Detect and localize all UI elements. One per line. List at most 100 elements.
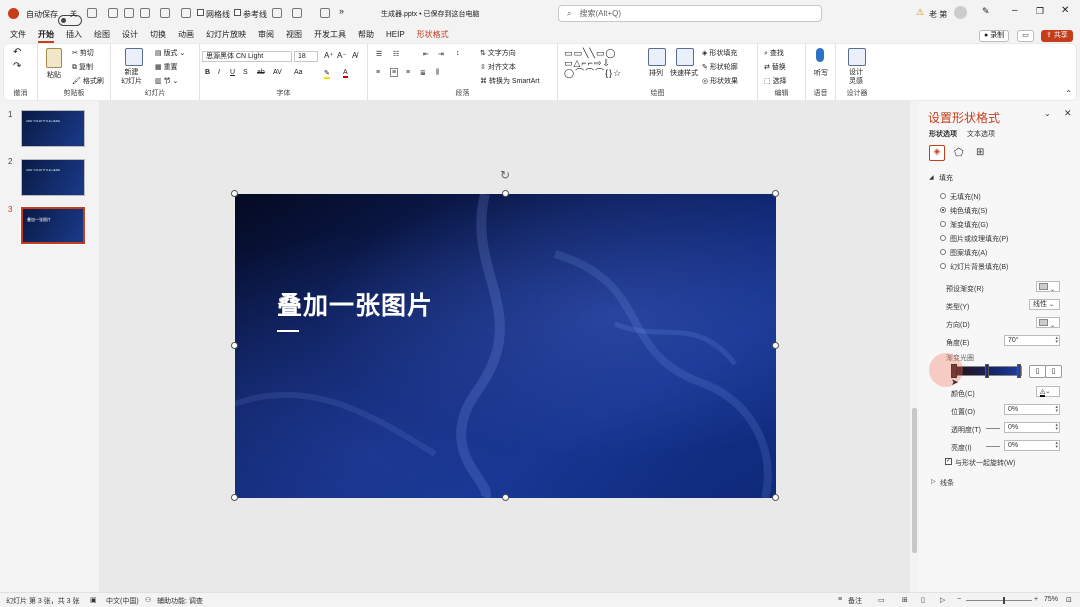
align-text-button[interactable]: ⇳ 对齐文本 bbox=[480, 62, 516, 72]
restore-icon[interactable]: ❐ bbox=[1036, 6, 1044, 17]
preset-gradient-button[interactable]: ⌄ bbox=[1036, 281, 1060, 293]
columns-icon[interactable]: ⫼ bbox=[436, 69, 439, 77]
bold-icon[interactable]: B bbox=[205, 69, 210, 76]
smartart-button[interactable]: ⌘ 转换为 SmartArt bbox=[480, 76, 540, 86]
tab-help[interactable]: 帮助 bbox=[352, 27, 380, 43]
collapse-fill-icon[interactable]: ◢ bbox=[929, 174, 934, 181]
collapse-ribbon-icon[interactable]: ⌃ bbox=[1065, 89, 1072, 98]
arrange-icon[interactable] bbox=[648, 48, 666, 66]
transparency-spinner[interactable]: ▴ ▾ bbox=[1055, 423, 1058, 432]
font-size-combo[interactable]: 18 bbox=[294, 51, 318, 62]
numbering-icon[interactable]: ☷ bbox=[393, 50, 399, 58]
notes-icon[interactable]: ≡ bbox=[838, 596, 842, 603]
section-button[interactable]: ▥ 节 ⌄ bbox=[155, 76, 178, 86]
grid-checkbox[interactable] bbox=[197, 9, 204, 16]
tab-home[interactable]: 开始 bbox=[32, 27, 60, 43]
new-slide-icon[interactable] bbox=[125, 48, 143, 66]
effects-icon[interactable]: ⬠ bbox=[954, 146, 964, 159]
user-name[interactable]: 老 第 bbox=[929, 9, 947, 20]
slideshow-view-icon[interactable]: ▷ bbox=[940, 596, 945, 604]
brightness-input[interactable]: 0% ▴ ▾ bbox=[1004, 440, 1060, 451]
spellcheck-icon[interactable]: ▣ bbox=[90, 596, 97, 604]
align-icon[interactable] bbox=[272, 8, 282, 18]
avatar[interactable] bbox=[954, 6, 967, 19]
more-icon[interactable]: » bbox=[339, 6, 344, 16]
quick-styles-button[interactable]: 快速样式 bbox=[670, 68, 698, 78]
replace-button[interactable]: ⇄ 替换 bbox=[764, 62, 786, 72]
slide-thumbnail-2[interactable]: ADD YOUR TITLE HERE bbox=[21, 159, 85, 196]
direction-button[interactable]: ⌄ bbox=[1036, 317, 1060, 329]
strikethrough-icon[interactable]: ab bbox=[257, 69, 265, 76]
brush-icon[interactable] bbox=[181, 8, 191, 18]
tab-file[interactable]: 文件 bbox=[4, 27, 32, 43]
angle-input[interactable]: 70° ▴ ▾ bbox=[1004, 335, 1060, 346]
font-name-combo[interactable]: 思源黑体 CN Light bbox=[202, 51, 292, 62]
copy-button[interactable]: ⧉ 复制 bbox=[72, 62, 93, 72]
zoom-slider-thumb[interactable] bbox=[1003, 597, 1005, 604]
underline-icon[interactable]: U bbox=[230, 69, 235, 76]
align-left-icon[interactable]: ≡ bbox=[376, 69, 380, 76]
comments-icon[interactable]: ▭ bbox=[1017, 30, 1034, 42]
sorter-view-icon[interactable]: ⊞ bbox=[902, 596, 908, 604]
remove-stop-icon[interactable]: ▯ bbox=[1045, 365, 1062, 378]
layout-icon[interactable] bbox=[140, 8, 150, 18]
save-icon[interactable] bbox=[87, 8, 97, 18]
shadow-icon[interactable]: S bbox=[243, 69, 248, 76]
radio-solid-fill[interactable] bbox=[940, 207, 946, 213]
pane-close-icon[interactable]: ✕ bbox=[1064, 108, 1072, 119]
italic-icon[interactable]: I bbox=[218, 69, 220, 76]
pane-options-icon[interactable]: ⌄ bbox=[1044, 109, 1051, 118]
resize-handle[interactable] bbox=[231, 190, 238, 197]
shapes-gallery[interactable]: ▭▭╲╲▭◯ ▭△⌐⌐⇨⇩ ◯⌒⌒⌒{}☆ bbox=[564, 48, 622, 78]
fill-section-header[interactable]: 填充 bbox=[939, 173, 953, 183]
distribute-icon[interactable] bbox=[292, 8, 302, 18]
layout-button[interactable]: ▤ 版式 ⌄ bbox=[155, 48, 185, 58]
tab-insert[interactable]: 插入 bbox=[60, 27, 88, 43]
brightness-slider[interactable] bbox=[986, 446, 1000, 447]
zoom-level[interactable]: 75% bbox=[1044, 596, 1058, 603]
type-dropdown[interactable]: 线性 ⌄ bbox=[1029, 299, 1060, 310]
color-picker-button[interactable]: ◬⌄ bbox=[1036, 386, 1060, 397]
rotate-with-shape-checkbox[interactable]: ✓ bbox=[945, 458, 952, 465]
transparency-slider[interactable] bbox=[986, 428, 1000, 429]
normal-view-icon[interactable]: ▭ bbox=[878, 596, 885, 604]
tab-animations[interactable]: 动画 bbox=[172, 27, 200, 43]
guides-checkbox[interactable] bbox=[234, 9, 241, 16]
increase-font-icon[interactable]: A⁺ bbox=[324, 51, 334, 60]
group-icon[interactable] bbox=[320, 8, 330, 18]
reset-button[interactable]: ▦ 重置 bbox=[155, 62, 178, 72]
tab-developer[interactable]: 开发工具 bbox=[308, 27, 352, 43]
tab-shape-options[interactable]: 形状选项 bbox=[929, 129, 957, 139]
size-properties-icon[interactable]: ⊞ bbox=[976, 147, 984, 158]
bullets-icon[interactable]: ☰ bbox=[376, 50, 382, 58]
tab-heip[interactable]: HEIP bbox=[380, 27, 411, 43]
pen-icon[interactable]: ✎ bbox=[982, 6, 990, 17]
resize-handle[interactable] bbox=[502, 190, 509, 197]
change-case-icon[interactable]: Aa bbox=[294, 69, 303, 76]
fill-line-icon[interactable]: ◈ bbox=[929, 145, 945, 161]
tab-draw[interactable]: 绘图 bbox=[88, 27, 116, 43]
zoom-in-icon[interactable]: + bbox=[1034, 596, 1038, 603]
highlight-icon[interactable]: ✎ bbox=[324, 69, 330, 79]
tab-text-options[interactable]: 文本选项 bbox=[967, 129, 995, 139]
transparency-input[interactable]: 0% ▴ ▾ bbox=[1004, 422, 1060, 433]
radio-background-fill[interactable] bbox=[940, 263, 946, 269]
tab-transitions[interactable]: 切换 bbox=[144, 27, 172, 43]
new-slide-icon[interactable] bbox=[124, 8, 134, 18]
accessibility-label[interactable]: 辅助功能: 调查 bbox=[157, 596, 203, 606]
slide-title[interactable]: 叠加一张图片 bbox=[277, 286, 433, 322]
tab-slideshow[interactable]: 幻灯片放映 bbox=[200, 27, 252, 43]
resize-handle[interactable] bbox=[772, 190, 779, 197]
radio-gradient-fill[interactable] bbox=[940, 221, 946, 227]
resize-handle[interactable] bbox=[772, 342, 779, 349]
undo-icon[interactable]: ↶ bbox=[13, 47, 21, 58]
shape-fill-button[interactable]: ◈ 形状填充 bbox=[702, 48, 737, 58]
quick-styles-icon[interactable] bbox=[676, 48, 694, 66]
format-painter-button[interactable]: 🖌 格式刷 bbox=[72, 76, 104, 86]
scrollbar-thumb[interactable] bbox=[912, 408, 917, 553]
radio-no-fill[interactable] bbox=[940, 193, 946, 199]
notes-button[interactable]: 备注 bbox=[848, 596, 862, 606]
slide-thumbnail-3[interactable]: 叠加一张图片 bbox=[20, 206, 86, 245]
select-button[interactable]: ⬚ 选择 bbox=[764, 76, 787, 86]
paste-button[interactable]: 粘贴 bbox=[47, 70, 61, 80]
